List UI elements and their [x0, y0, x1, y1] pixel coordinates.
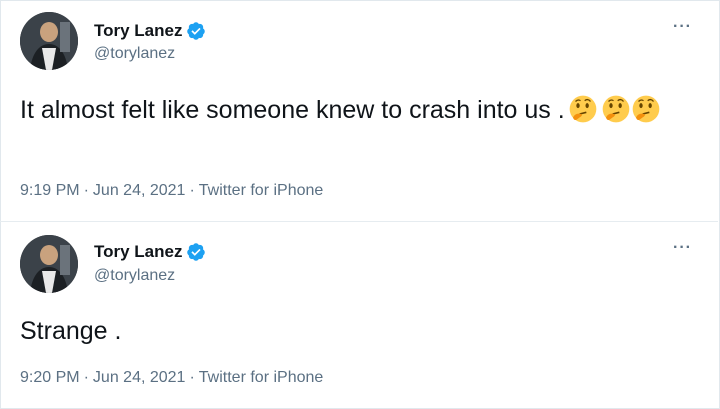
tweet-time[interactable]: 9:20 PM [20, 369, 80, 386]
author-name-row[interactable]: Tory Lanez [94, 242, 206, 262]
tweet-date[interactable]: Jun 24, 2021 [93, 369, 186, 386]
tweet-text-body: It almost felt like someone knew to cras… [20, 96, 565, 124]
more-options-icon[interactable]: ··· [673, 18, 692, 36]
tweet-meta: 9:20 PM · Jun 24, 2021 · Twitter for iPhone [20, 369, 323, 387]
more-options-icon[interactable]: ··· [673, 239, 692, 257]
thinking-face-icon [631, 94, 661, 124]
author-handle[interactable]: @torylanez [94, 267, 175, 285]
tweet-text: It almost felt like someone knew to cras… [20, 92, 698, 128]
tweet-time[interactable]: 9:19 PM [20, 182, 80, 199]
thinking-face-icon [568, 94, 598, 124]
tweet-card[interactable]: Tory Lanez @torylanez ··· Strange . 9:20… [0, 222, 718, 407]
display-name[interactable]: Tory Lanez [94, 242, 182, 262]
verified-badge-icon [186, 21, 206, 41]
author-name-row[interactable]: Tory Lanez [94, 21, 206, 41]
author-handle[interactable]: @torylanez [94, 45, 175, 63]
display-name[interactable]: Tory Lanez [94, 21, 182, 41]
tweet-source[interactable]: Twitter for iPhone [199, 369, 324, 386]
tweet-meta: 9:19 PM · Jun 24, 2021 · Twitter for iPhone [20, 182, 323, 200]
thinking-face-icon [601, 94, 631, 124]
tweet-text: Strange . [20, 317, 122, 345]
tweet-source[interactable]: Twitter for iPhone [199, 182, 324, 199]
meta-separator: · [189, 182, 195, 199]
meta-separator: · [83, 182, 89, 199]
meta-separator: · [83, 369, 89, 386]
meta-separator: · [189, 369, 195, 386]
tweet-date[interactable]: Jun 24, 2021 [93, 182, 186, 199]
tweet-card[interactable]: Tory Lanez @torylanez ··· It almost felt… [0, 0, 718, 222]
avatar[interactable] [20, 235, 78, 293]
avatar[interactable] [20, 12, 78, 70]
verified-badge-icon [186, 242, 206, 262]
